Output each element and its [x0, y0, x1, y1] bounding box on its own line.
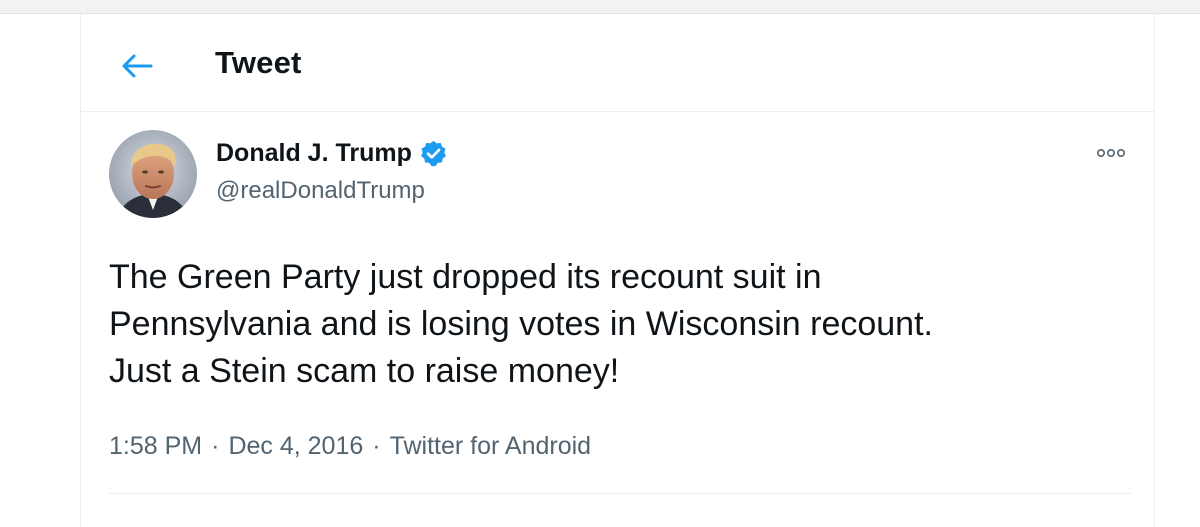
arrow-left-icon — [122, 54, 153, 78]
profile-photo — [109, 130, 197, 218]
verified-badge-icon — [419, 139, 448, 168]
divider — [109, 493, 1131, 494]
tweet-text-line: Just a Stein scam to raise money! — [109, 352, 620, 390]
tweet-column: Tweet Donald J. Trump @realDonaldTrump T… — [80, 14, 1155, 527]
avatar[interactable] — [109, 130, 197, 218]
back-button[interactable] — [115, 46, 159, 86]
author-name[interactable]: Donald J. Trump — [216, 139, 412, 168]
tweet-metadata: 1:58 PM · Dec 4, 2016 · Twitter for Android — [109, 432, 591, 461]
browser-top-strip — [0, 0, 1200, 14]
page-title: Tweet — [215, 45, 302, 80]
tweet-text-line: The Green Party just dropped its recount… — [109, 258, 822, 296]
more-options-button[interactable] — [1091, 142, 1131, 164]
more-options-icon — [1096, 148, 1125, 158]
tweet-source[interactable]: Twitter for Android — [390, 432, 591, 460]
tweet-text: The Green Party just dropped its recount… — [109, 254, 1129, 395]
author-handle[interactable]: @realDonaldTrump — [216, 177, 425, 205]
tweet-date[interactable]: Dec 4, 2016 — [228, 432, 363, 460]
meta-separator: · — [372, 432, 381, 460]
page-header: Tweet — [81, 14, 1154, 112]
tweet-time[interactable]: 1:58 PM — [109, 432, 202, 460]
meta-separator: · — [211, 432, 220, 460]
author-name-row: Donald J. Trump — [216, 139, 448, 168]
tweet-text-line: Pennsylvania and is losing votes in Wisc… — [109, 305, 933, 343]
